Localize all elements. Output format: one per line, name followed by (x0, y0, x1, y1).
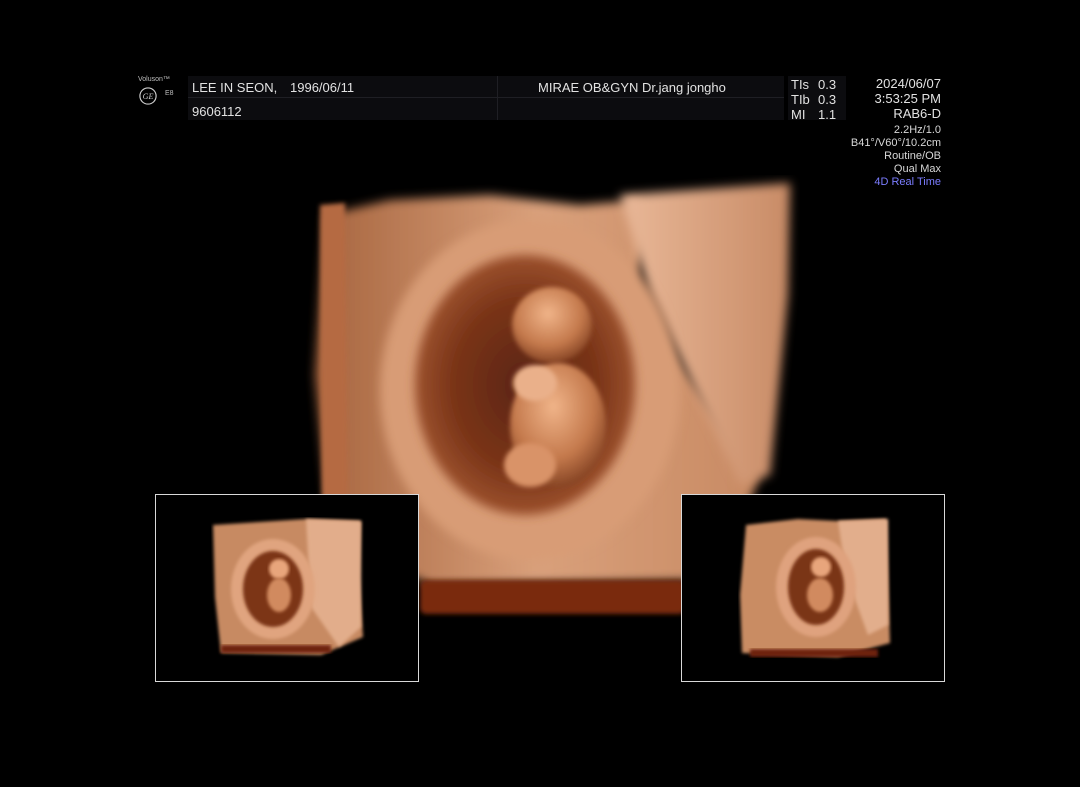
index-name: TIb (791, 92, 810, 107)
ge-logo-icon: GE (139, 87, 157, 105)
index-row: TIs 0.3 (791, 77, 836, 92)
model-label: E8 (165, 90, 174, 97)
brand-label: Voluson™ (138, 76, 170, 83)
mode-label: 4D Real Time (874, 176, 941, 188)
patient-id: 9606112 (192, 104, 242, 119)
exam-datetime: 2024/06/07 3:53:25 PM RAB6-D (875, 76, 942, 121)
thumbnail-view-left[interactable] (155, 494, 419, 682)
probe-label: RAB6-D (893, 106, 941, 121)
svg-text:GE: GE (143, 92, 154, 101)
volume-setting: B41°/V60°/10.2cm (850, 137, 941, 149)
index-value: 0.3 (818, 92, 837, 107)
thumbnail-render (213, 519, 363, 655)
patient-dob: 1996/06/11 (290, 80, 355, 95)
header-divider (497, 76, 498, 120)
index-row: TIb 0.3 (791, 92, 836, 107)
index-name: TIs (791, 77, 810, 92)
index-value: 1.1 (818, 107, 837, 122)
preset-label: Routine/OB (884, 150, 941, 162)
thumbnail-view-right[interactable] (681, 494, 945, 682)
safety-indices: TIs 0.3 TIb 0.3 MI 1.1 (788, 76, 846, 122)
exam-date: 2024/06/07 (875, 76, 941, 91)
index-row: MI 1.1 (791, 107, 836, 122)
index-value: 0.3 (818, 77, 837, 92)
header-divider (188, 97, 784, 98)
frame-rate: 2.2Hz/1.0 (893, 124, 941, 136)
exam-time: 3:53:25 PM (874, 91, 942, 106)
device-brand: Voluson™ GE E8 (138, 76, 182, 110)
thumbnail-render (740, 519, 890, 657)
patient-header: LEE IN SEON, 1996/06/11 9606112 MIRAE OB… (188, 76, 784, 120)
clinic-label: MIRAE OB&GYN Dr.jang jongho (538, 80, 726, 95)
quality-label: Qual Max (893, 163, 941, 175)
index-name: MI (791, 107, 806, 122)
patient-name: LEE IN SEON, (192, 80, 278, 95)
imaging-parameters: 2.2Hz/1.0 B41°/V60°/10.2cm Routine/OB Qu… (851, 124, 941, 189)
